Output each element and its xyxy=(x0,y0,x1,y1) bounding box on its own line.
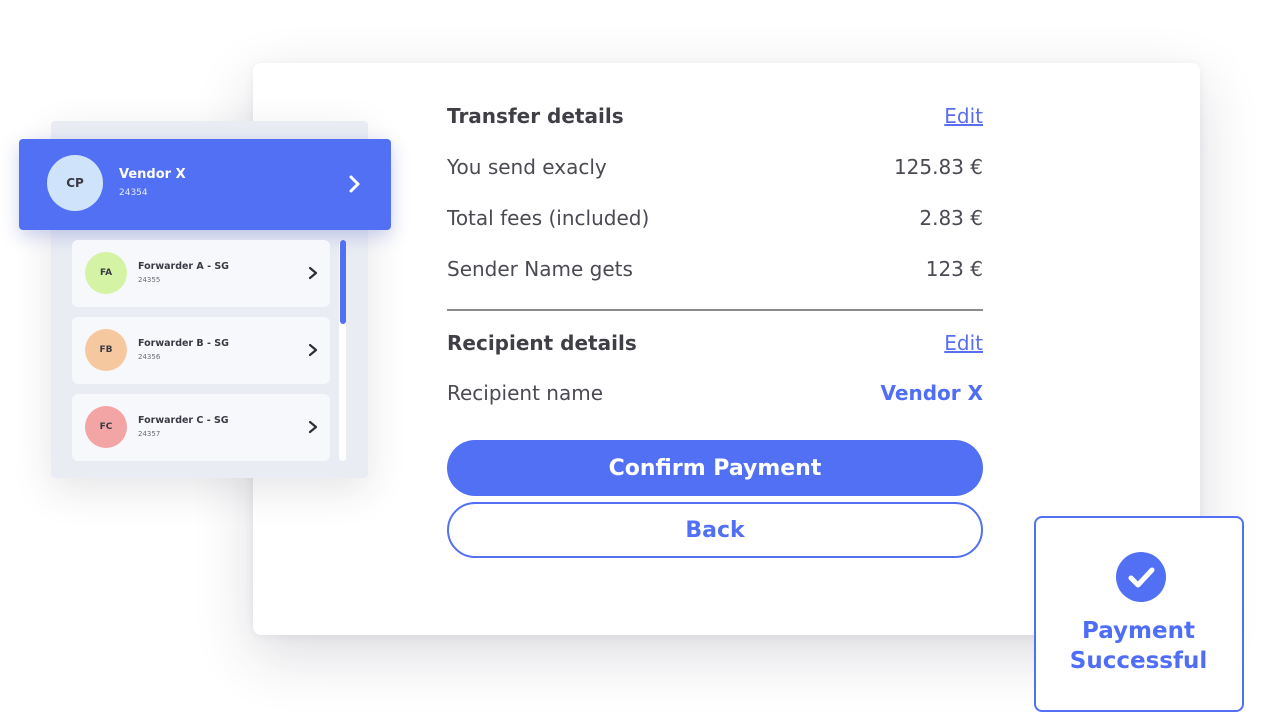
chevron-right-icon xyxy=(349,175,360,193)
list-item-name: Forwarder B - SG xyxy=(138,338,229,349)
fees-row: Total fees (included) 2.83 € xyxy=(447,203,983,233)
back-button[interactable]: Back xyxy=(447,502,983,558)
selected-vendor-item[interactable]: CP Vendor X 24354 xyxy=(19,139,391,230)
list-item-id: 24355 xyxy=(138,276,161,284)
vendor-name: Vendor X xyxy=(119,167,186,182)
fees-value: 2.83 € xyxy=(919,206,983,230)
list-item[interactable]: FA Forwarder A - SG 24355 xyxy=(72,240,330,307)
recipient-details-heading: Recipient details xyxy=(447,331,637,355)
recipient-name-row: Recipient name Vendor X xyxy=(447,378,983,408)
send-amount-row: You send exacly 125.83 € xyxy=(447,152,983,182)
avatar: FB xyxy=(85,329,127,371)
avatar: CP xyxy=(47,155,103,211)
list-item-id: 24357 xyxy=(138,430,161,438)
confirm-payment-button[interactable]: Confirm Payment xyxy=(447,440,983,496)
transfer-details-heading: Transfer details xyxy=(447,104,624,128)
list-item-name: Forwarder C - SG xyxy=(138,415,229,426)
payment-success-card: Payment Successful xyxy=(1034,516,1244,712)
receive-amount-row: Sender Name gets 123 € xyxy=(447,254,983,284)
section-divider xyxy=(447,309,983,311)
receive-amount-label: Sender Name gets xyxy=(447,257,633,281)
list-item-name: Forwarder A - SG xyxy=(138,261,229,272)
list-item[interactable]: FC Forwarder C - SG 24357 xyxy=(72,394,330,461)
transfer-details-header: Transfer details Edit xyxy=(447,101,983,131)
success-line-1: Payment xyxy=(1082,618,1195,644)
success-line-2: Successful xyxy=(1069,648,1208,674)
recipient-name-value: Vendor X xyxy=(880,381,984,405)
chevron-right-icon xyxy=(308,266,318,280)
list-item-id: 24356 xyxy=(138,353,161,361)
check-circle-icon xyxy=(1116,552,1166,602)
recipient-name-label: Recipient name xyxy=(447,381,604,405)
send-amount-label: You send exacly xyxy=(447,155,607,179)
list-item[interactable]: FB Forwarder B - SG 24356 xyxy=(72,317,330,384)
avatar: FC xyxy=(85,406,127,448)
vendor-id: 24354 xyxy=(119,188,148,198)
fees-label: Total fees (included) xyxy=(447,206,650,230)
scrollbar-thumb[interactable] xyxy=(340,240,346,324)
avatar: FA xyxy=(85,252,127,294)
send-amount-value: 125.83 € xyxy=(893,155,983,179)
transfer-edit-link[interactable]: Edit xyxy=(944,104,983,128)
recipient-details-header: Recipient details Edit xyxy=(447,328,983,358)
recipient-edit-link[interactable]: Edit xyxy=(944,331,983,355)
chevron-right-icon xyxy=(308,343,318,357)
chevron-right-icon xyxy=(308,420,318,434)
receive-amount-value: 123 € xyxy=(925,257,983,281)
success-message: Payment Successful xyxy=(1036,616,1241,676)
